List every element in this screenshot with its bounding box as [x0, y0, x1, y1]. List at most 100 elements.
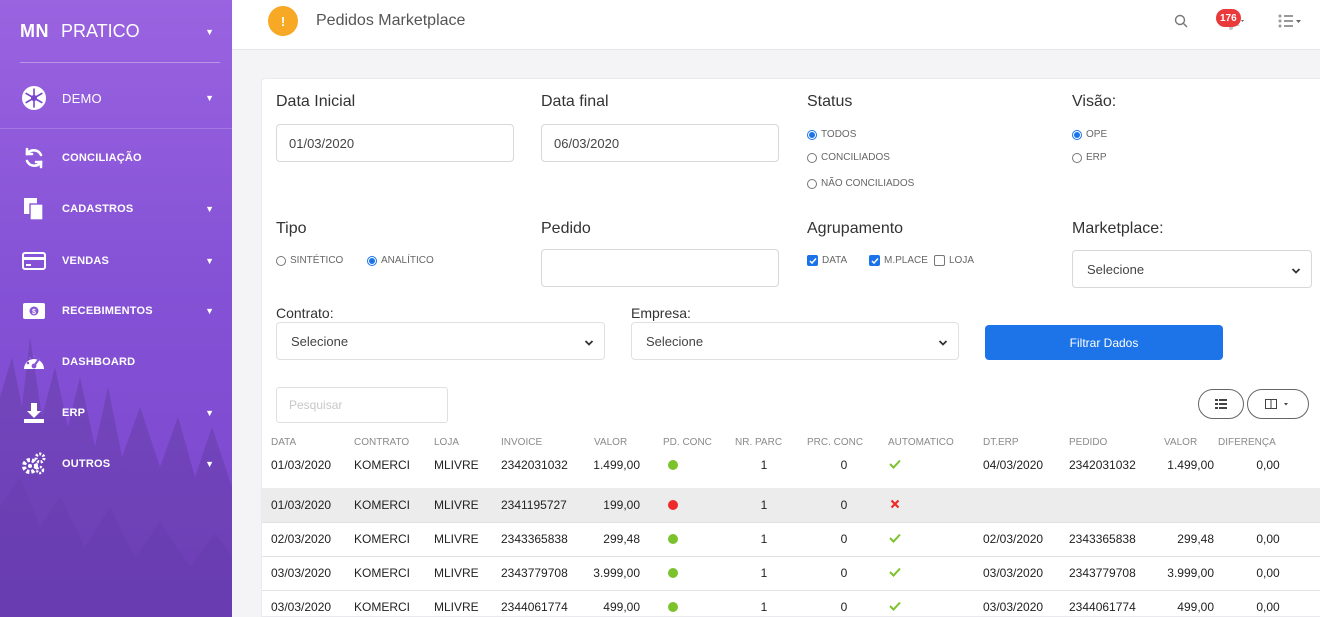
option-label: M.PLACE [884, 255, 928, 266]
agrupamento-option-mplace[interactable]: M.PLACE [869, 255, 928, 266]
sidebar-item-label: VENDAS [62, 255, 110, 267]
cell-valor-erp: 3.999,00 [1167, 566, 1214, 580]
cell-valor-erp: 299,48 [1177, 532, 1214, 546]
table-row[interactable]: 01/03/2020 KOMERCI MLIVRE 2342031032 1.499,0… [262, 448, 1320, 488]
cell-nr-parc: 1 [760, 600, 768, 614]
cell-loja: MLIVRE [434, 600, 479, 614]
option-label: ERP [1086, 152, 1107, 163]
column-header-pedido[interactable]: PEDIDO [1069, 437, 1107, 448]
status-option-conciliados[interactable]: CONCILIADOS [807, 152, 890, 163]
cell-invoice: 2343779708 [501, 566, 568, 580]
cell-data: 03/03/2020 [271, 600, 332, 614]
sidebar-item-conciliacao[interactable]: CONCILIAÇÃO [0, 138, 232, 178]
caret-down-icon: ▼ [205, 256, 214, 266]
list-menu-icon[interactable] [1278, 14, 1302, 33]
cell-automatico [880, 590, 910, 617]
tipo-label: Tipo [276, 220, 307, 237]
cell-contrato: KOMERCI [354, 566, 411, 580]
brand-name: PRATICO [61, 20, 140, 41]
cell-data: 01/03/2020 [271, 458, 332, 472]
cell-loja: MLIVRE [434, 498, 479, 512]
sidebar-item-cadastros[interactable]: CADASTROS ▼ [0, 189, 232, 229]
column-header-data[interactable]: DATA [271, 437, 296, 448]
sidebar-item-outros[interactable]: OUTROS ▼ [0, 444, 232, 484]
column-header-contrato[interactable]: CONTRATO [354, 437, 409, 448]
table-row[interactable]: 03/03/2020 KOMERCI MLIVRE 2344061774 499,00 1… [262, 590, 1320, 617]
column-header-diferenca[interactable]: DIFERENÇA [1218, 437, 1276, 448]
cell-valor-erp: 1.499,00 [1167, 458, 1214, 472]
visao-option-ope[interactable]: OPE [1072, 129, 1107, 140]
check-icon [889, 532, 901, 546]
column-header-invoice[interactable]: INVOICE [501, 437, 542, 448]
table-row[interactable]: 02/03/2020 KOMERCI MLIVRE 2343365838 299,48 1… [262, 522, 1320, 556]
list-view-button[interactable] [1198, 389, 1244, 419]
select-value: Selecione [1087, 261, 1145, 277]
visao-option-erp[interactable]: ERP [1072, 152, 1107, 163]
pedido-label: Pedido [541, 220, 591, 237]
sidebar-item-dashboard[interactable]: DASHBOARD [0, 342, 232, 382]
pedido-input[interactable] [541, 249, 779, 287]
column-header-dt-erp[interactable]: DT.ERP [983, 437, 1019, 448]
cell-pedido: 2342031032 [1069, 458, 1136, 472]
status-label: Status [807, 93, 853, 110]
marketplace-select[interactable]: Selecione [1072, 250, 1312, 288]
column-header-prc-conc[interactable]: PRC. CONC [807, 437, 863, 448]
page-title: Pedidos Marketplace [316, 12, 466, 29]
sidebar-item-label: DEMO [62, 90, 102, 106]
option-label: ANALÍTICO [381, 255, 434, 266]
status-option-nao-conciliados[interactable]: NÃO CONCILIADOS [807, 178, 914, 189]
cell-prc-conc: 0 [840, 566, 848, 580]
check-icon [889, 458, 901, 472]
cell-contrato: KOMERCI [354, 458, 411, 472]
cell-loja: MLIVRE [434, 566, 479, 580]
table-row[interactable]: 01/03/2020 KOMERCI MLIVRE 2341195727 199,00 1… [262, 488, 1320, 522]
sidebar-item-label: DASHBOARD [62, 356, 136, 368]
filtrar-dados-button[interactable]: Filtrar Dados [985, 325, 1223, 360]
data-inicial-label: Data Inicial [276, 93, 356, 110]
column-header-valor-erp[interactable]: VALOR [1164, 437, 1197, 448]
column-header-loja[interactable]: LOJA [434, 437, 459, 448]
brand[interactable]: MN PRATICO ▼ [0, 0, 232, 62]
cell-dt-erp: 03/03/2020 [983, 566, 1044, 580]
credit-card-icon [20, 247, 48, 275]
columns-toggle-button[interactable] [1247, 389, 1309, 419]
sidebar-item-label: RECEBIMENTOS [62, 305, 153, 317]
sidebar-item-demo[interactable]: DEMO ▼ [0, 78, 232, 118]
status-green-dot-icon [668, 602, 678, 612]
search-icon[interactable] [1174, 14, 1188, 33]
svg-text:$: $ [32, 309, 36, 316]
data-inicial-input[interactable]: 01/03/2020 [276, 124, 514, 162]
option-label: OPE [1086, 129, 1108, 140]
cell-data: 02/03/2020 [271, 532, 332, 546]
snowflake-icon [20, 84, 48, 112]
cell-valor: 299,48 [603, 532, 640, 546]
empresa-select[interactable]: Selecione [631, 322, 959, 360]
column-header-automatico[interactable]: AUTOMATICO [888, 437, 954, 448]
cell-data: 01/03/2020 [271, 498, 332, 512]
tipo-option-sintetico[interactable]: SINTÉTICO [276, 255, 343, 266]
status-option-todos[interactable]: TODOS [807, 129, 856, 140]
topbar: ! Pedidos Marketplace 176 [232, 0, 1320, 50]
checkbox-checked-icon [807, 255, 818, 266]
column-header-nr-parc[interactable]: NR. PARC [735, 437, 782, 448]
tipo-option-analitico[interactable]: ANALÍTICO [367, 255, 434, 266]
cell-prc-conc: 0 [840, 498, 848, 512]
sidebar-item-erp[interactable]: ERP ▼ [0, 393, 232, 433]
agrupamento-option-data[interactable]: DATA [807, 255, 847, 266]
sidebar-item-vendas[interactable]: VENDAS ▼ [0, 241, 232, 281]
table-row[interactable]: 03/03/2020 KOMERCI MLIVRE 2343779708 3.999,0… [262, 556, 1320, 590]
contrato-select[interactable]: Selecione [276, 322, 605, 360]
cell-contrato: KOMERCI [354, 498, 411, 512]
cell-invoice: 2343365838 [501, 532, 568, 546]
data-final-label: Data final [541, 93, 609, 110]
radio-icon [807, 178, 817, 189]
sidebar-item-recebimentos[interactable]: $ RECEBIMENTOS ▼ [0, 291, 232, 331]
cell-nr-parc: 1 [760, 532, 768, 546]
column-header-valor[interactable]: VALOR [594, 437, 627, 448]
data-final-input[interactable]: 06/03/2020 [541, 124, 779, 162]
cell-diferenca: 0,00 [1256, 600, 1280, 614]
table-search-input[interactable]: Pesquisar [276, 387, 448, 423]
radio-icon [807, 152, 817, 163]
agrupamento-option-loja[interactable]: LOJA [934, 255, 974, 266]
column-header-pd-conc[interactable]: PD. CONC [663, 437, 712, 448]
